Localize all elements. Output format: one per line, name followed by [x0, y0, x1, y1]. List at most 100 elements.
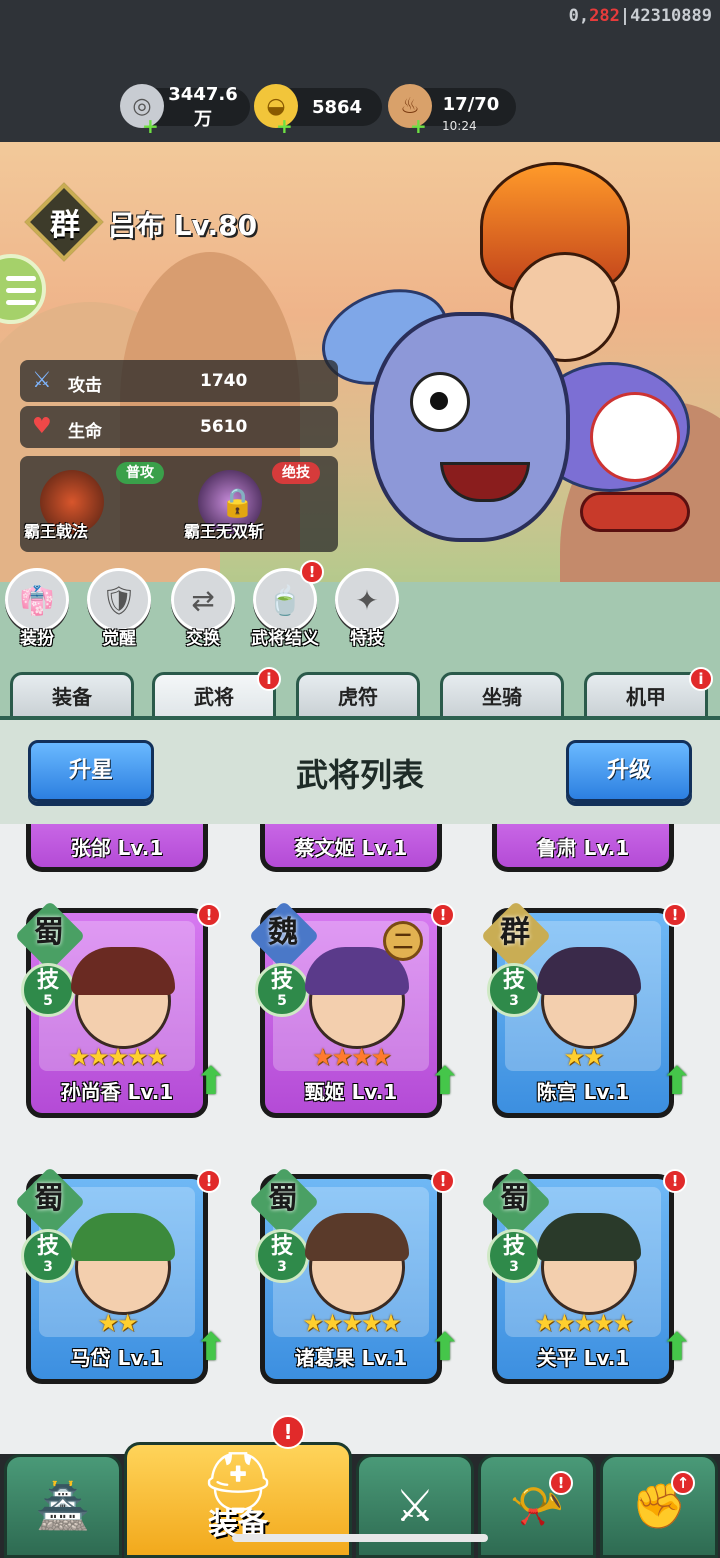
skill-tag-normal: 普攻	[116, 462, 164, 484]
upgrade-arrow-icon[interactable]: ⬆	[429, 1059, 461, 1103]
star-rating: ★★	[563, 1043, 604, 1071]
upgrade-arrow-icon[interactable]: ⬆	[195, 1325, 227, 1369]
lock-icon: 🔒	[220, 486, 255, 519]
tab-tiger-tally[interactable]: 虎符	[296, 672, 420, 718]
action-exchange[interactable]: ⇄ 交换	[168, 568, 238, 649]
alert-badge: !	[663, 903, 687, 927]
general-card-partial[interactable]: 张郃 Lv.1	[26, 824, 208, 872]
kingdom-label: 蜀	[268, 1181, 298, 1216]
star-rating: ★★	[97, 1309, 138, 1337]
general-name: 甄姬 Lv.1	[304, 1080, 398, 1104]
alert-badge: !	[271, 1415, 305, 1449]
exchange-icon: ⇄	[171, 568, 235, 632]
alert-badge: !	[300, 560, 324, 584]
awaken-icon: 🛡	[87, 568, 151, 632]
gold-resource[interactable]: ◒ + 5864	[254, 84, 382, 136]
hero-showcase: 群 吕布 Lv.80 ⚔ 攻击 1740 ♥ 生命 5610 普攻 霸王戟法 🔒…	[0, 142, 720, 717]
general-card[interactable]: 群 技3 ★★ 陈宫 Lv.1 ⬆ !	[480, 900, 693, 1118]
action-brotherhood[interactable]: 🍵 武将结义 !	[250, 560, 324, 649]
plus-icon[interactable]: +	[142, 116, 159, 136]
upgrade-arrow-icon[interactable]: ⬆	[661, 1059, 693, 1103]
alert-badge: !	[431, 903, 455, 927]
tab-generals[interactable]: 武将 i	[152, 667, 281, 718]
alert-badge: !	[197, 903, 221, 927]
star-rating: ★★★★	[311, 1043, 392, 1071]
rank-badge: 二	[383, 921, 423, 961]
skill-panel: 普攻 霸王戟法 🔒 绝技 霸王无双斩	[20, 456, 338, 552]
generals-list[interactable]: 张郃 Lv.1 蔡文姬 Lv.1 鲁肃 Lv.1 蜀 技5 ★★★★★ 孙尚香 …	[0, 824, 720, 1454]
alert-badge: !	[197, 1169, 221, 1193]
action-outfit[interactable]: 👘 装扮	[2, 568, 72, 649]
general-card-partial[interactable]: 鲁肃 Lv.1	[492, 824, 674, 872]
nav-recruit[interactable]: 📯 !	[478, 1454, 596, 1558]
kingdom-label: 群	[500, 915, 530, 950]
general-card[interactable]: 蜀 技5 ★★★★★ 孙尚香 Lv.1 ⬆ !	[14, 900, 227, 1118]
general-card[interactable]: 魏 技5 二 ★★★★ 甄姬 Lv.1 ⬆ !	[248, 900, 461, 1118]
general-name: 关平 Lv.1	[536, 1346, 630, 1370]
star-rating: ★★★★★	[534, 1309, 634, 1337]
general-name: 马岱 Lv.1	[70, 1346, 164, 1370]
general-name: 诸葛果 Lv.1	[294, 1346, 408, 1370]
debug-readout: 0,282|42310889	[568, 6, 712, 26]
category-tabs: 装备 武将 i 虎符 坐骑 机甲 i	[0, 667, 720, 718]
stamina-timer: 10:24	[442, 119, 477, 133]
action-awaken[interactable]: 🛡 觉醒	[84, 568, 154, 649]
skill-badge: 技3	[487, 1229, 541, 1283]
upgrade-arrow-icon[interactable]: ⬆	[195, 1059, 227, 1103]
general-card[interactable]: 蜀 技3 ★★ 马岱 Lv.1 ⬆ !	[14, 1166, 227, 1384]
nav-city[interactable]: 🏯	[4, 1454, 122, 1558]
special-skill-icon: ✦	[335, 568, 399, 632]
general-name: 陈宫 Lv.1	[536, 1080, 630, 1104]
tab-equipment[interactable]: 装备	[10, 672, 134, 718]
action-special-skill[interactable]: ✦ 特技	[332, 568, 402, 649]
alert-badge: !	[663, 1169, 687, 1193]
stamina-resource[interactable]: ♨ + 17/70 10:24	[388, 84, 516, 136]
kingdom-label: 蜀	[34, 915, 64, 950]
skill-badge: 技5	[255, 963, 309, 1017]
alert-badge: !	[549, 1471, 573, 1495]
general-name: 孙尚香 Lv.1	[60, 1080, 174, 1104]
outfit-icon: 👘	[5, 568, 69, 632]
skill-name: 霸王戟法	[24, 522, 89, 541]
nav-upgrade[interactable]: ✊ ↑	[600, 1454, 718, 1558]
silver-resource[interactable]: ◎ + 3447.6万	[120, 84, 250, 136]
skill-name: 霸王无双斩	[184, 522, 265, 541]
heart-icon: ♥	[32, 414, 52, 439]
crossed-swords-icon: ⚔	[395, 1480, 435, 1532]
info-badge: i	[257, 667, 281, 691]
home-indicator[interactable]	[232, 1534, 488, 1542]
tab-mecha[interactable]: 机甲 i	[584, 667, 713, 718]
info-badge: i	[689, 667, 713, 691]
kingdom-label: 蜀	[34, 1181, 64, 1216]
hero-name: 吕布 Lv.80	[108, 209, 258, 242]
generals-panel-header: 升星 武将列表 升级	[0, 716, 720, 824]
plus-icon[interactable]: +	[276, 116, 293, 136]
nav-battle[interactable]: ⚔	[356, 1454, 474, 1558]
level-up-button[interactable]: 升级	[566, 740, 692, 802]
top-bar: 0,282|42310889 ◎ + 3447.6万 ◒ + 5864 ♨ + …	[0, 0, 720, 142]
bottom-nav: 🏯 ⛑ 装备 ! ⚔ 📯 ! ✊ ↑	[0, 1415, 720, 1558]
general-card-partial[interactable]: 蔡文姬 Lv.1	[260, 824, 442, 872]
plus-icon[interactable]: +	[410, 116, 427, 136]
skill-badge: 技5	[21, 963, 75, 1017]
tab-mount[interactable]: 坐骑	[440, 672, 564, 718]
stat-health: ♥ 生命 5610	[20, 406, 338, 448]
general-card[interactable]: 蜀 技3 ★★★★★ 诸葛果 Lv.1 ⬆ !	[248, 1166, 461, 1384]
sword-icon: ⚔	[32, 368, 52, 393]
skill-badge: 技3	[487, 963, 541, 1017]
skill-tag-ultimate: 绝技	[272, 462, 320, 484]
general-card[interactable]: 蜀 技3 ★★★★★ 关平 Lv.1 ⬆ !	[480, 1166, 693, 1384]
alert-badge: !	[431, 1169, 455, 1193]
skill-badge: 技3	[21, 1229, 75, 1283]
kingdom-label: 魏	[268, 915, 298, 950]
hero-character-art[interactable]	[308, 162, 720, 582]
stat-attack: ⚔ 攻击 1740	[20, 360, 338, 402]
city-gate-icon: 🏯	[35, 1481, 91, 1532]
star-rating: ★★★★★	[68, 1043, 168, 1071]
upgrade-arrow-icon[interactable]: ⬆	[429, 1325, 461, 1369]
upgrade-arrow-icon[interactable]: ⬆	[661, 1325, 693, 1369]
skill-badge: 技3	[255, 1229, 309, 1283]
star-rating: ★★★★★	[302, 1309, 402, 1337]
upgrade-badge: ↑	[671, 1471, 695, 1495]
kingdom-label: 蜀	[500, 1181, 530, 1216]
